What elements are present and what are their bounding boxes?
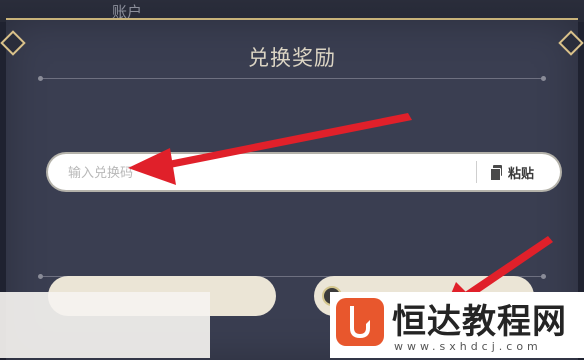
site-logo <box>336 298 384 346</box>
watermark-banner: 恒达教程网 www.sxhdcj.com <box>330 292 584 358</box>
arrow-to-input <box>128 113 412 185</box>
site-url: www.sxhdcj.com <box>394 340 542 353</box>
site-name: 恒达教程网 <box>392 302 567 342</box>
